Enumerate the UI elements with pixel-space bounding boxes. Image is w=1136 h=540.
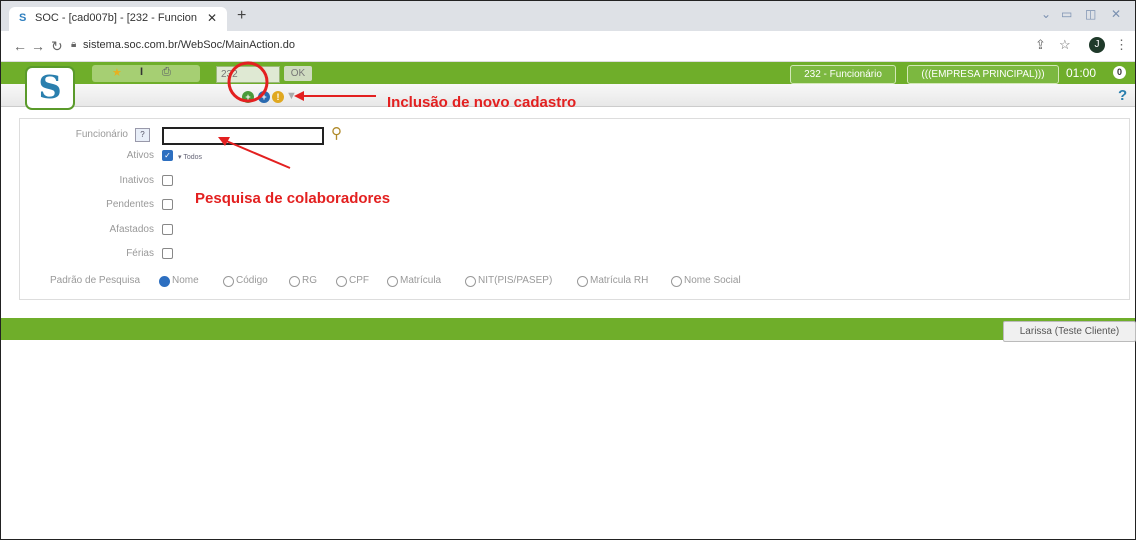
annotation-new-record: Inclusão de novo cadastro	[387, 94, 577, 111]
arrow-search	[223, 139, 291, 169]
annotation-overlay	[218, 61, 376, 169]
highlight-circle	[227, 61, 269, 103]
arrowhead-new-record	[294, 91, 304, 101]
annotation-search-employees: Pesquisa de colaboradores	[195, 190, 391, 207]
